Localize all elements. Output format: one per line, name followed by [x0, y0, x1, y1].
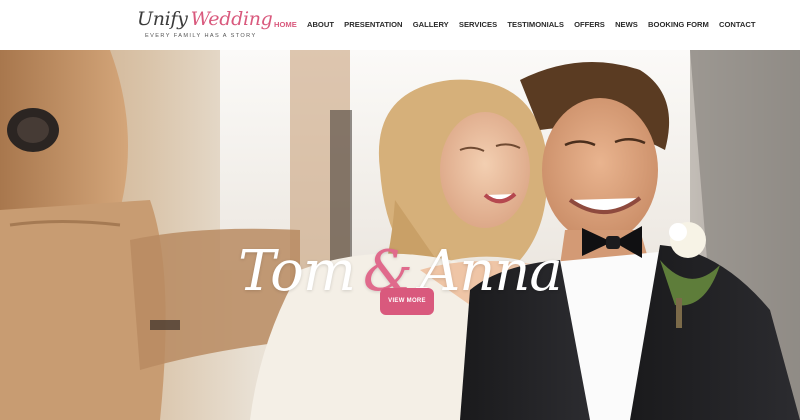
couple-in-car-photo: [0, 50, 800, 420]
hero-name-one: Tom: [238, 239, 356, 304]
logo-tagline: EVERY FAMILY HAS A STORY: [145, 33, 257, 39]
nav-item-contact[interactable]: CONTACT: [719, 19, 756, 31]
logo-name-second: Wedding: [190, 8, 273, 30]
nav-item-news[interactable]: NEWS: [615, 19, 638, 31]
main-navigation: HOME ABOUT PRESENTATION GALLERY SERVICES…: [274, 19, 766, 31]
hero-name-two: Anna: [419, 239, 563, 304]
nav-item-gallery[interactable]: GALLERY: [413, 19, 449, 31]
nav-item-home[interactable]: HOME: [274, 19, 297, 31]
nav-item-offers[interactable]: OFFERS: [574, 19, 605, 31]
nav-item-services[interactable]: SERVICES: [459, 19, 497, 31]
nav-item-booking-form[interactable]: BOOKING FORM: [648, 19, 709, 31]
nav-item-presentation[interactable]: PRESENTATION: [344, 19, 402, 31]
logo-title: Unify Wedding: [137, 7, 273, 31]
logo-name-first: Unify: [137, 8, 188, 30]
site-header: Unify Wedding EVERY FAMILY HAS A STORY HO…: [0, 0, 800, 50]
nav-item-about[interactable]: ABOUT: [307, 19, 334, 31]
hero-section: Tom & Anna VIEW MORE: [0, 50, 800, 420]
view-more-button[interactable]: VIEW MORE: [380, 288, 434, 315]
site-logo[interactable]: Unify Wedding EVERY FAMILY HAS A STORY: [137, 7, 273, 43]
nav-item-testimonials[interactable]: TESTIMONIALS: [507, 19, 564, 31]
